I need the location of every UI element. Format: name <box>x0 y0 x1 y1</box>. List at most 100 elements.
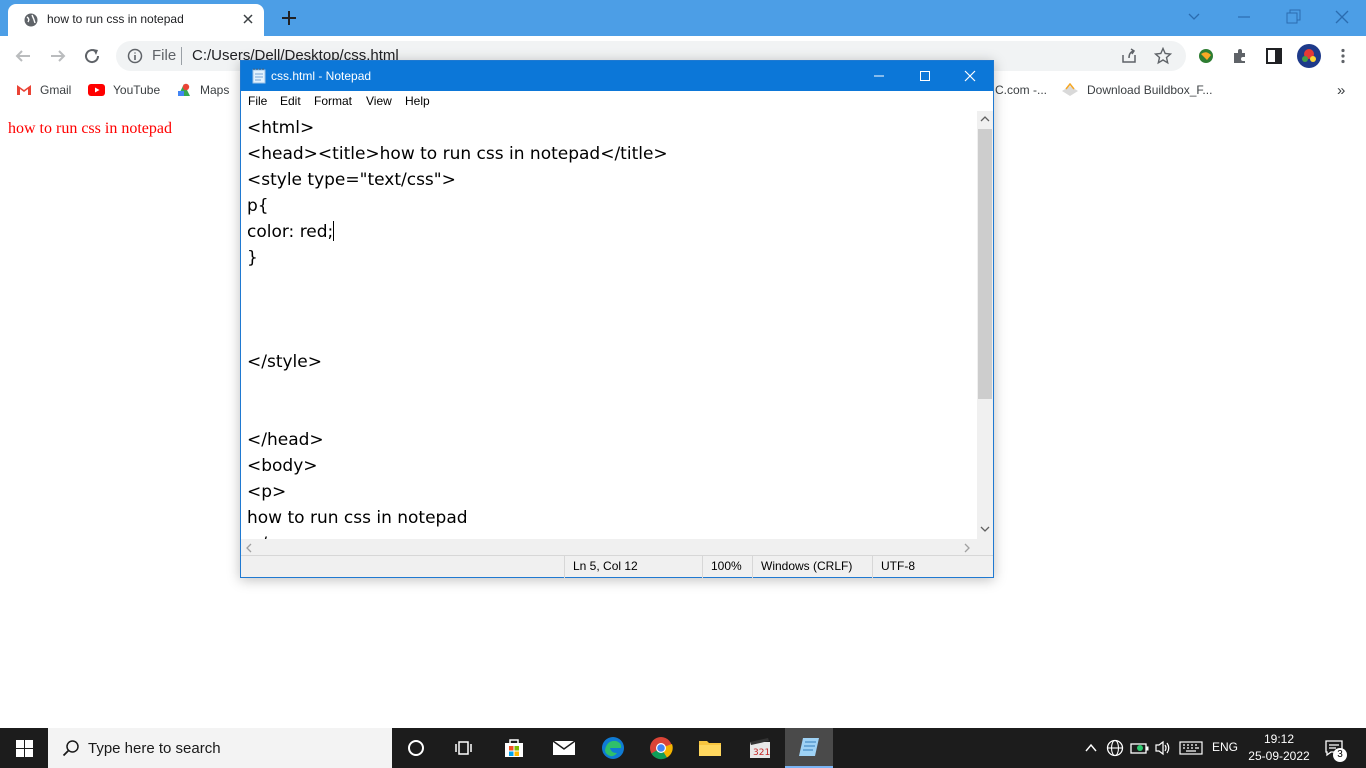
menu-file[interactable]: File <box>248 94 267 108</box>
scroll-right-icon[interactable] <box>963 543 971 553</box>
cortana-button[interactable] <box>392 728 440 768</box>
language-indicator[interactable]: ENG <box>1212 740 1238 754</box>
mail-icon <box>552 740 576 755</box>
bookmark-buildbox[interactable]: Download Buildbox_F... <box>1061 82 1212 98</box>
taskbar: Type here to search 321 ENG 19:12 25-09-… <box>0 728 1366 768</box>
info-icon[interactable] <box>127 48 143 64</box>
text-line <box>247 271 668 297</box>
bookmark-youtube[interactable]: YouTube <box>88 82 160 98</box>
notepad-window: css.html - Notepad File Edit Format View… <box>240 60 994 578</box>
volume-icon[interactable] <box>1154 740 1172 756</box>
menu-view[interactable]: View <box>366 94 392 108</box>
text-line: </head> <box>247 430 324 450</box>
more-bookmarks-button[interactable]: » <box>1337 82 1345 99</box>
bookmark-label: Gmail <box>40 83 72 97</box>
text-line <box>247 375 668 401</box>
horizontal-scrollbar[interactable] <box>241 539 977 555</box>
extensions-puzzle-icon[interactable] <box>1231 47 1249 65</box>
chevron-up-icon[interactable] <box>1084 742 1098 754</box>
gmail-icon <box>17 85 31 95</box>
scrollbar-thumb[interactable] <box>978 129 992 399</box>
notepad-taskbar-button[interactable] <box>785 728 833 768</box>
bookmark-label: Download Buildbox_F... <box>1087 83 1213 97</box>
text-line: p{ <box>247 196 269 216</box>
tab-close-icon[interactable] <box>240 11 256 27</box>
chrome-button[interactable] <box>637 728 685 768</box>
clock[interactable]: 19:12 25-09-2022 <box>1246 731 1312 765</box>
search-placeholder: Type here to search <box>88 740 221 757</box>
address-scheme: File <box>152 47 177 64</box>
bookmark-maps[interactable]: Maps <box>176 82 229 98</box>
file-explorer-button[interactable] <box>686 728 734 768</box>
minimize-icon[interactable] <box>1234 8 1254 26</box>
status-position: Ln 5, Col 12 <box>564 556 702 578</box>
svg-text:321: 321 <box>753 748 770 758</box>
battery-icon[interactable] <box>1130 740 1150 756</box>
store-button[interactable] <box>490 728 538 768</box>
page-paragraph: how to run css in notepad <box>8 120 172 137</box>
bookmark-partial[interactable]: C.com -... <box>995 82 1047 98</box>
bookmark-label: C.com -... <box>995 83 1048 97</box>
keyboard-icon[interactable] <box>1179 740 1203 756</box>
notepad-close-button[interactable] <box>947 61 993 91</box>
text-line: } <box>247 248 258 268</box>
back-icon[interactable] <box>14 47 32 65</box>
profile-avatar[interactable] <box>1297 44 1321 68</box>
text-line: <head><title>how to run css in notepad</… <box>247 144 668 164</box>
menu-dots-icon[interactable] <box>1334 47 1352 65</box>
start-button[interactable] <box>0 728 48 768</box>
notepad-text-area[interactable]: <html> <head><title>how to run css in no… <box>241 111 977 539</box>
text-line: color: red; <box>247 222 334 242</box>
restore-icon[interactable] <box>1283 8 1303 26</box>
extension-globe-icon[interactable] <box>1197 47 1215 65</box>
notepad-titlebar[interactable]: css.html - Notepad <box>241 61 993 91</box>
clock-date: 25-09-2022 <box>1248 749 1310 763</box>
text-line-with-caret: color: red; <box>247 219 668 245</box>
store-icon <box>505 739 523 757</box>
task-view-button[interactable] <box>440 728 488 768</box>
new-tab-icon[interactable] <box>280 9 298 27</box>
menu-format[interactable]: Format <box>314 94 352 108</box>
notepad-minimize-button[interactable] <box>856 61 902 91</box>
windows-logo-icon <box>15 739 33 757</box>
text-line: <style type="text/css"> <box>247 170 456 190</box>
notepad-icon <box>799 738 819 756</box>
mail-button[interactable] <box>540 728 588 768</box>
forward-icon[interactable] <box>49 47 67 65</box>
vertical-scrollbar[interactable] <box>977 111 993 539</box>
text-line <box>247 323 668 349</box>
notepad-title: css.html - Notepad <box>271 69 372 83</box>
tab-active[interactable]: how to run css in notepad <box>8 4 264 36</box>
network-globe-icon[interactable] <box>1106 739 1124 757</box>
bookmark-label: Maps <box>200 83 230 97</box>
close-window-icon[interactable] <box>1332 8 1352 26</box>
bookmark-label: YouTube <box>113 83 161 97</box>
reload-icon[interactable] <box>83 47 101 65</box>
tab-search-icon[interactable] <box>1184 8 1204 26</box>
text-line <box>247 297 668 323</box>
maximize-icon <box>920 71 930 81</box>
taskbar-search-box[interactable]: Type here to search <box>48 728 392 768</box>
scroll-down-icon[interactable] <box>980 525 990 533</box>
chrome-icon <box>650 737 673 760</box>
share-icon[interactable] <box>1120 47 1138 65</box>
minimize-icon <box>874 75 884 77</box>
edge-button[interactable] <box>589 728 637 768</box>
video-editor-button[interactable]: 321 <box>736 728 784 768</box>
text-line: <p> <box>247 482 287 502</box>
menu-edit[interactable]: Edit <box>280 94 301 108</box>
buildbox-icon <box>1062 83 1078 96</box>
notepad-icon <box>252 68 266 84</box>
scroll-up-icon[interactable] <box>980 115 990 123</box>
scroll-left-icon[interactable] <box>245 543 253 553</box>
address-divider <box>181 47 182 65</box>
menu-help[interactable]: Help <box>405 94 430 108</box>
tab-title: how to run css in notepad <box>47 12 184 26</box>
side-panel-icon[interactable] <box>1265 47 1283 65</box>
scrollbar-corner <box>977 539 993 555</box>
task-view-icon <box>455 741 472 755</box>
bookmark-gmail[interactable]: Gmail <box>16 82 71 98</box>
bookmark-star-icon[interactable] <box>1154 47 1172 65</box>
notepad-maximize-button[interactable] <box>902 61 948 91</box>
edge-icon <box>602 737 624 759</box>
